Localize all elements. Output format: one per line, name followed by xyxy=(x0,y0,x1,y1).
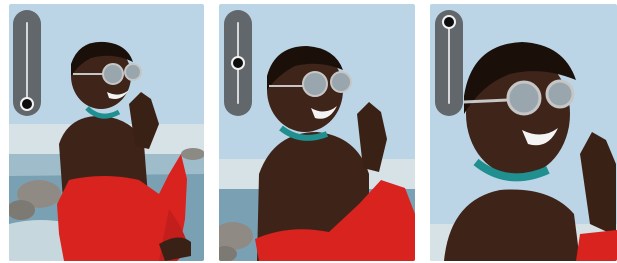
photo-panel-zoom-2 xyxy=(219,4,415,261)
photo-panel-zoom-1 xyxy=(9,4,204,261)
zoom-slider-thumb[interactable] xyxy=(20,97,34,111)
photo-panel-zoom-3 xyxy=(430,4,617,261)
zoom-slider[interactable] xyxy=(435,10,463,116)
zoom-slider-thumb[interactable] xyxy=(231,56,245,70)
zoom-slider[interactable] xyxy=(224,10,252,116)
zoom-slider[interactable] xyxy=(13,10,41,116)
zoom-slider-thumb[interactable] xyxy=(442,15,456,29)
zoom-slider-track xyxy=(448,22,450,104)
zoom-slider-track xyxy=(26,22,28,104)
